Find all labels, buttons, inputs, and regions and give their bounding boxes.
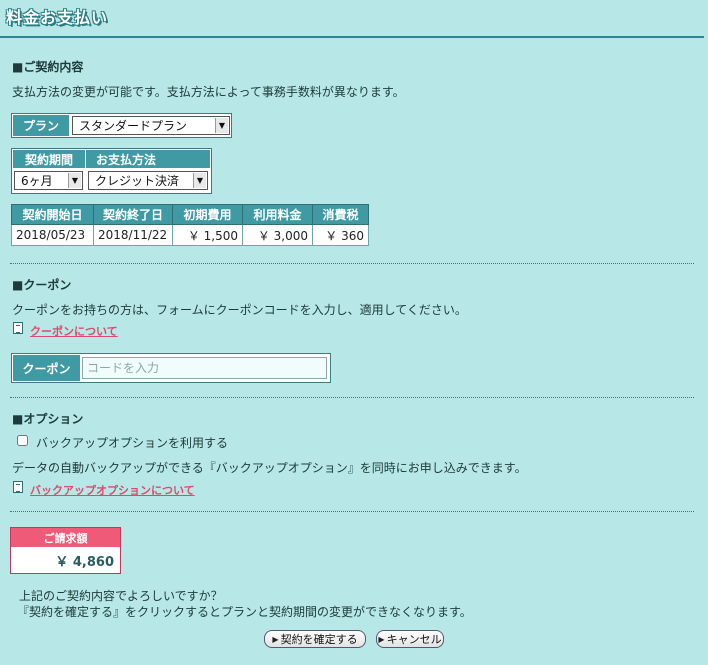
table-row: 2018/05/23 2018/11/22 ￥ 1,500 ￥ 3,000 ￥ … bbox=[11, 224, 369, 246]
backup-option-label[interactable]: バックアップオプションを利用する bbox=[36, 434, 228, 451]
dropdown-arrow-icon[interactable]: ▼ bbox=[215, 118, 228, 133]
coupon-info-link[interactable]: クーポンについて bbox=[30, 323, 118, 339]
payment-label: お支払方法 bbox=[86, 150, 210, 168]
contract-heading: ■ご契約内容 bbox=[12, 60, 84, 74]
billing-box: ご請求額 ￥ 4,860 bbox=[10, 527, 121, 574]
coupon-heading: ■クーポン bbox=[12, 278, 72, 292]
period-label: 契約期間 bbox=[13, 150, 86, 168]
initial-fee-cell: ￥ 1,500 bbox=[172, 224, 243, 246]
plan-label: プラン bbox=[13, 115, 69, 136]
section-divider bbox=[10, 397, 694, 398]
confirm-contract-button[interactable]: ▶ 契約を確定する bbox=[264, 630, 366, 648]
triangle-right-icon: ▶ bbox=[378, 634, 385, 644]
coupon-code-input[interactable] bbox=[82, 357, 327, 379]
usage-fee-cell: ￥ 3,000 bbox=[242, 224, 313, 246]
column-header: 消費税 bbox=[312, 204, 369, 225]
column-header: 利用料金 bbox=[242, 204, 313, 225]
triangle-right-icon: ▶ bbox=[272, 634, 279, 644]
dropdown-arrow-icon[interactable]: ▼ bbox=[193, 173, 206, 188]
confirm-contract-label: 契約を確定する bbox=[280, 633, 358, 646]
section-divider bbox=[10, 511, 694, 512]
column-header: 契約終了日 bbox=[93, 204, 173, 225]
document-icon bbox=[13, 481, 23, 493]
period-payment-box: 契約期間 お支払方法 6ヶ月 ▼ クレジット決済 ▼ bbox=[11, 148, 212, 194]
start-date-cell: 2018/05/23 bbox=[11, 224, 94, 246]
title-divider bbox=[0, 36, 704, 38]
section-divider bbox=[10, 263, 694, 264]
option-heading: ■オプション bbox=[12, 412, 84, 426]
billing-amount: ￥ 4,860 bbox=[55, 554, 114, 570]
payment-select[interactable]: クレジット決済 ▼ bbox=[88, 171, 208, 190]
tax-cell: ￥ 360 bbox=[312, 224, 369, 246]
cancel-label: キャンセル bbox=[386, 633, 442, 646]
period-select-value: 6ヶ月 bbox=[21, 174, 53, 188]
contract-description: 支払方法の変更が可能です。支払方法によって事務手数料が異なります。 bbox=[12, 85, 405, 99]
period-select[interactable]: 6ヶ月 ▼ bbox=[14, 171, 83, 190]
cancel-button[interactable]: ▶ キャンセル bbox=[376, 630, 444, 648]
plan-select-value: スタンダードプラン bbox=[79, 119, 188, 133]
option-description: データの自動バックアップができる『バックアップオプション』を同時にお申し込みでき… bbox=[12, 461, 527, 475]
billing-label: ご請求額 bbox=[11, 528, 120, 547]
dropdown-arrow-icon[interactable]: ▼ bbox=[68, 173, 81, 188]
backup-option-checkbox[interactable] bbox=[17, 435, 28, 446]
coupon-row: クーポン bbox=[11, 353, 331, 383]
column-header: 初期費用 bbox=[172, 204, 243, 225]
table-header-row: 契約開始日 契約終了日 初期費用 利用料金 消費税 bbox=[11, 204, 369, 225]
contract-fee-table: 契約開始日 契約終了日 初期費用 利用料金 消費税 2018/05/23 201… bbox=[11, 204, 369, 246]
plan-select[interactable]: スタンダードプラン ▼ bbox=[72, 116, 230, 135]
column-header: 契約開始日 bbox=[11, 204, 94, 225]
confirm-question: 上記のご契約内容でよろしいですか？ bbox=[19, 589, 223, 603]
backup-option-info-link[interactable]: バックアップオプションについて bbox=[30, 482, 195, 498]
coupon-description: クーポンをお持ちの方は、フォームにクーポンコードを入力し、適用してください。 bbox=[12, 303, 467, 317]
plan-row: プラン スタンダードプラン ▼ bbox=[11, 113, 232, 138]
payment-select-value: クレジット決済 bbox=[95, 174, 180, 188]
end-date-cell: 2018/11/22 bbox=[93, 224, 173, 246]
page-title: 料金お支払い bbox=[6, 8, 109, 27]
document-icon bbox=[13, 322, 23, 334]
coupon-label: クーポン bbox=[13, 355, 80, 381]
confirm-note: 『契約を確定する』をクリックするとプランと契約期間の変更ができなくなります。 bbox=[17, 605, 472, 619]
